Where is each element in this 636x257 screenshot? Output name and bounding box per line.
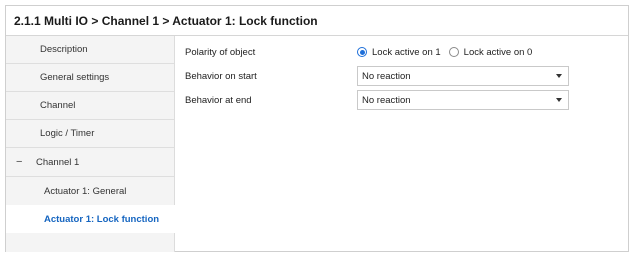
radio-lock-active-on-0[interactable] xyxy=(448,47,459,57)
chevron-down-icon xyxy=(556,98,562,102)
sidebar-item-actuator-lock-function[interactable]: Actuator 1: Lock function xyxy=(6,205,175,233)
body-area: Description General settings Channel Log… xyxy=(6,36,628,252)
sidebar-item-logic-timer[interactable]: Logic / Timer xyxy=(6,120,174,148)
behavior-start-value: No reaction xyxy=(362,70,411,82)
sidebar-group-channel-1[interactable]: − Channel 1 xyxy=(6,148,174,176)
polarity-row: Polarity of object Lock active on 1 Lock… xyxy=(185,40,628,64)
behavior-end-value: No reaction xyxy=(362,94,411,106)
collapse-icon[interactable]: − xyxy=(16,156,36,168)
behavior-start-label: Behavior on start xyxy=(185,70,257,82)
radio-label-lock-active-on-0[interactable]: Lock active on 0 xyxy=(464,47,533,58)
behavior-start-dropdown[interactable]: No reaction xyxy=(357,66,569,86)
sidebar-group-label: Channel 1 xyxy=(36,156,80,168)
radio-label-lock-active-on-1[interactable]: Lock active on 1 xyxy=(372,47,441,58)
behavior-end-label: Behavior at end xyxy=(185,94,252,106)
page-title: 2.1.1 Multi IO > Channel 1 > Actuator 1:… xyxy=(6,6,628,36)
sidebar-subitems: Actuator 1: General Actuator 1: Lock fun… xyxy=(6,176,175,233)
sidebar-item-general-settings[interactable]: General settings xyxy=(6,64,174,92)
behavior-end-dropdown[interactable]: No reaction xyxy=(357,90,569,110)
chevron-down-icon xyxy=(556,74,562,78)
parameter-content: Polarity of object Lock active on 1 Lock… xyxy=(175,36,628,252)
behavior-end-row: Behavior at end No reaction xyxy=(185,88,628,112)
sidebar: Description General settings Channel Log… xyxy=(6,36,175,252)
polarity-label: Polarity of object xyxy=(185,46,256,58)
sidebar-item-description[interactable]: Description xyxy=(6,36,174,64)
sidebar-item-channel[interactable]: Channel xyxy=(6,92,174,120)
radio-lock-active-on-1[interactable] xyxy=(357,47,367,57)
parameter-window: 2.1.1 Multi IO > Channel 1 > Actuator 1:… xyxy=(5,5,629,252)
behavior-start-row: Behavior on start No reaction xyxy=(185,64,628,88)
polarity-radio-group: Lock active on 1 Lock active on 0 xyxy=(357,47,540,58)
sidebar-item-actuator-general[interactable]: Actuator 1: General xyxy=(6,177,174,205)
